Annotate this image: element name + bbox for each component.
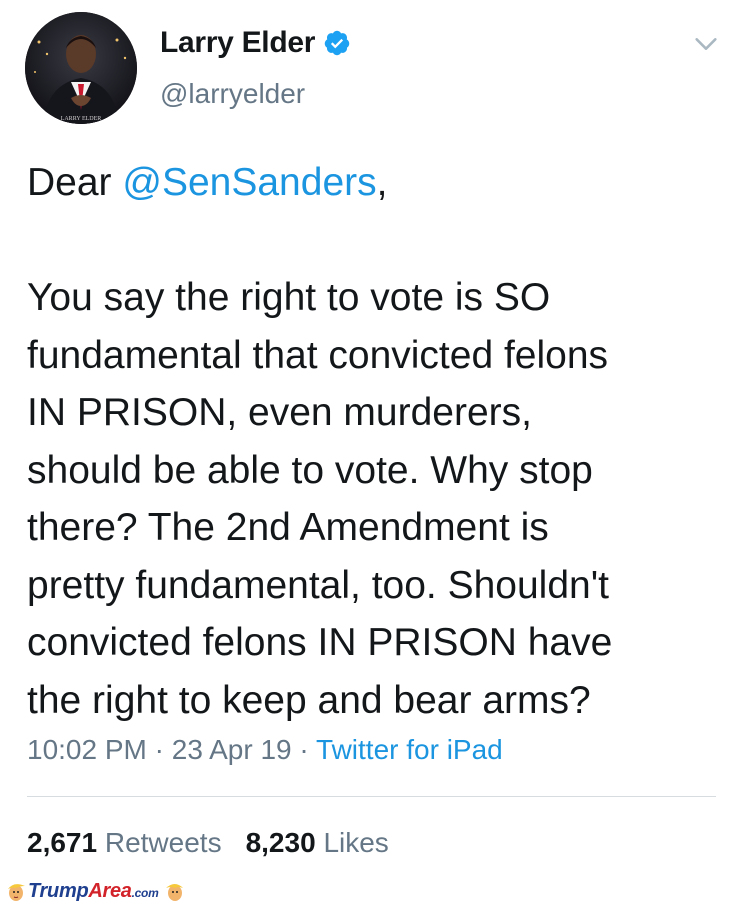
mention-link[interactable]: @SenSanders (122, 161, 376, 204)
tweet-text-line: IN PRISON, even murderers, (27, 384, 727, 442)
author-name-row: Larry Elder (160, 26, 351, 60)
likes-count: 8,230 (245, 827, 316, 858)
tweet-source[interactable]: Twitter for iPad (316, 734, 503, 765)
tweet-text-segment: , (376, 161, 388, 204)
divider (27, 796, 716, 797)
tweet-date[interactable]: 23 Apr 19 (172, 734, 292, 765)
tweet-text-segment: Dear (27, 161, 123, 204)
retweets-count: 2,671 (27, 827, 98, 858)
tweet-text-segment: convicted felons IN PRISON have (27, 621, 613, 664)
trump-head-icon (8, 884, 25, 901)
tweet-header: LARRY ELDER Larry Elder @larryelder (0, 0, 740, 130)
verified-badge-icon (324, 30, 350, 56)
tweet-text-line: the right to keep and bear arms? (27, 672, 727, 730)
watermark: TrumpArea.com (4, 878, 188, 904)
watermark-brand-a: Trump (28, 879, 89, 902)
watermark-text: TrumpArea.com (28, 879, 159, 903)
tweet-text-segment: fundamental that convicted felons (27, 333, 609, 377)
tweet-text-segment: there? The 2nd Amendment is (27, 506, 549, 549)
tweet-text-line (27, 212, 727, 270)
tweet-text-line: there? The 2nd Amendment is (27, 499, 727, 557)
trump-head-icon (166, 884, 184, 901)
tweet-text-line: convicted felons IN PRISON have (27, 614, 727, 672)
retweets-label: Retweets (104, 827, 222, 858)
svg-text:LARRY ELDER: LARRY ELDER (61, 116, 102, 122)
author-handle[interactable]: @larryelder (160, 78, 305, 110)
tweet-text: Dear @SenSanders, You say the right to vo… (27, 154, 727, 729)
chevron-down-icon[interactable] (692, 30, 720, 58)
avatar[interactable]: LARRY ELDER (25, 12, 137, 124)
meta-separator: · (146, 734, 172, 765)
watermark-tld: .com (131, 885, 159, 900)
likes-stat[interactable]: 8,230 Likes (246, 827, 389, 858)
tweet-time[interactable]: 10:02 PM (27, 734, 147, 765)
tweet-text-segment: pretty fundamental, too. Shouldn't (27, 563, 609, 607)
tweet-text-line: fundamental that convicted felons (27, 327, 727, 385)
tweet-text-segment: You say the right to vote is SO (27, 276, 551, 319)
likes-label: Likes (323, 827, 389, 858)
author-display-name[interactable]: Larry Elder (160, 26, 315, 60)
avatar-photo: LARRY ELDER (25, 12, 137, 124)
tweet-text-segment: the right to keep and bear arms? (27, 678, 591, 722)
tweet-text-segment: should be able to vote. Why stop (27, 448, 593, 492)
tweet-text-line: should be able to vote. Why stop (27, 442, 727, 500)
meta-separator: · (291, 734, 317, 765)
tweet-stats: 2,671 Retweets 8,230 Likes (27, 827, 389, 859)
watermark-brand-b: Area (88, 879, 132, 902)
tweet-text-line: You say the right to vote is SO (27, 269, 727, 327)
tweet-text-line: pretty fundamental, too. Shouldn't (27, 557, 727, 615)
tweet-text-segment: IN PRISON, even murderers, (27, 391, 532, 434)
tweet-text-line: Dear @SenSanders, (27, 154, 727, 212)
retweets-stat[interactable]: 2,671 Retweets (27, 827, 222, 858)
tweet-meta: 10:02 PM · 23 Apr 19 · Twitter for iPad (27, 734, 503, 766)
